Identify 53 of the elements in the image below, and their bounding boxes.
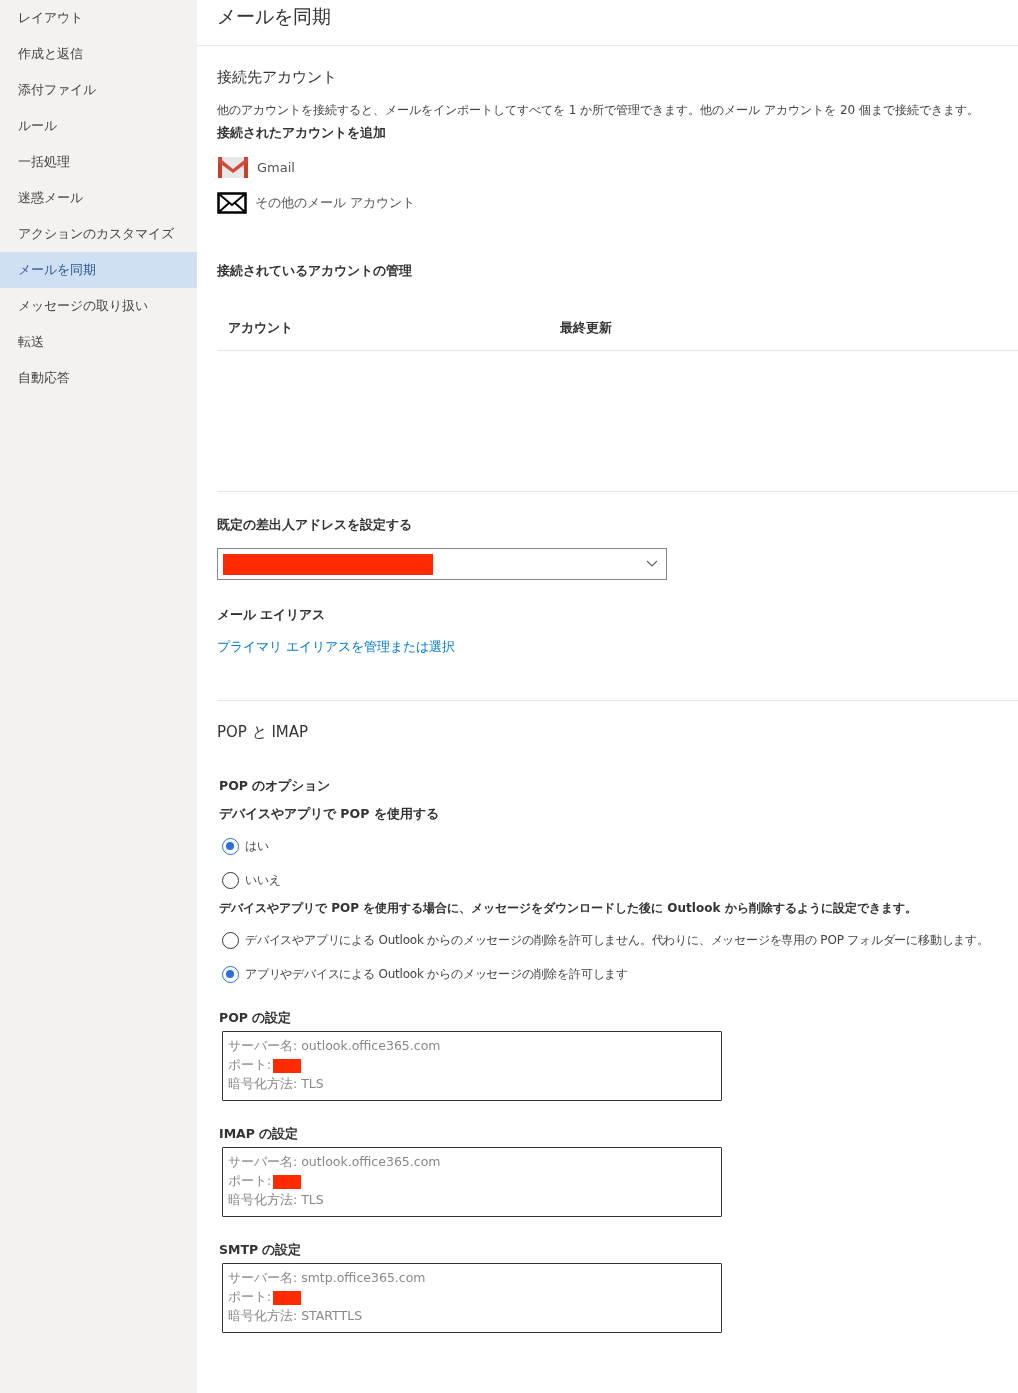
sidebar-item[interactable]: メッセージの取り扱い — [0, 288, 197, 324]
radio-label[interactable]: いいえ — [245, 871, 281, 889]
settings-line: サーバー名: smtp.office365.com — [228, 1270, 426, 1285]
sidebar-item[interactable]: アクションのカスタマイズ — [0, 216, 197, 252]
redaction-block — [273, 1058, 302, 1073]
settings-textbox[interactable]: サーバー名: outlook.office365.com ポート: 暗号化方法: TLS — [222, 1031, 722, 1101]
provider-link[interactable]: Gmail — [217, 154, 1018, 180]
settings-line: サーバー名: outlook.office365.com — [228, 1038, 441, 1053]
column-header: 最終更新 — [560, 319, 612, 337]
sidebar-item[interactable]: 迷惑メール — [0, 180, 197, 216]
page-title: メールを同期 — [217, 4, 332, 29]
question-label: デバイスやアプリで POP を使用する — [219, 805, 440, 823]
section-heading: POP と IMAP — [217, 722, 310, 743]
settings-line: ポート: — [228, 1057, 272, 1072]
sidebar-item[interactable]: ルール — [0, 108, 197, 144]
option-label: POP のオプション — [219, 777, 332, 795]
settings-line: 暗号化方法: TLS — [228, 1192, 324, 1207]
redaction-block — [273, 1290, 302, 1305]
description-text: 他のアカウントを接続すると、メールをインポートしてすべてを 1 か所で管理できます。他のメール アカウントを 20 個まで接続できます。 — [217, 102, 980, 118]
provider-link[interactable]: その他のメール アカウント — [217, 190, 1018, 216]
sidebar-item[interactable]: 一括処理 — [0, 144, 197, 180]
radio-label[interactable]: はい — [245, 837, 269, 855]
sidebar-item[interactable]: 作成と返信 — [0, 36, 197, 72]
section-heading: 接続先アカウント — [217, 67, 338, 88]
settings-line: ポート: — [228, 1289, 272, 1304]
envelope-icon — [217, 155, 249, 179]
settings-textbox[interactable]: サーバー名: smtp.office365.com ポート: 暗号化方法: STARTTLS — [222, 1263, 722, 1333]
settings-heading: SMTP の設定 — [219, 1241, 303, 1259]
sidebar-item[interactable]: メールを同期 — [0, 252, 197, 288]
sidebar-item[interactable]: 転送 — [0, 324, 197, 360]
sidebar-item[interactable]: 自動応答 — [0, 360, 197, 396]
alias-link[interactable]: プライマリ エイリアスを管理または選択 — [217, 638, 456, 656]
radio-label[interactable]: アプリやデバイスによる Outlook からのメッセージの削除を許可します — [245, 965, 628, 983]
settings-line: サーバー名: outlook.office365.com — [228, 1154, 441, 1169]
note-text: デバイスやアプリで POP を使用する場合に、メッセージをダウンロードした後に Outlook から削除するように設定できます。 — [219, 900, 918, 917]
subheading: 接続されているアカウントの管理 — [217, 262, 413, 280]
address-dropdown[interactable] — [217, 548, 667, 580]
settings-heading: POP の設定 — [219, 1009, 293, 1027]
envelope-icon — [217, 192, 247, 214]
subheading: メール エイリアス — [217, 606, 327, 624]
settings-line: 暗号化方法: STARTTLS — [228, 1308, 363, 1323]
sidebar-item[interactable]: レイアウト — [0, 0, 197, 36]
settings-line: 暗号化方法: TLS — [228, 1076, 324, 1091]
chevron-down-icon — [646, 560, 658, 567]
settings-heading: IMAP の設定 — [219, 1125, 300, 1143]
subheading: 接続されたアカウントを追加 — [217, 124, 387, 142]
redaction-block — [273, 1174, 302, 1189]
subheading: 既定の差出人アドレスを設定する — [217, 516, 413, 534]
radio-label[interactable]: デバイスやアプリによる Outlook からのメッセージの削除を許可しません。代わりに、メッセージを専用の POP フォルダーに移動します。 — [245, 931, 989, 949]
column-header: アカウント — [227, 319, 294, 337]
sidebar-item[interactable]: 添付ファイル — [0, 72, 197, 108]
settings-line: ポート: — [228, 1173, 272, 1188]
settings-textbox[interactable]: サーバー名: outlook.office365.com ポート: 暗号化方法: TLS — [222, 1147, 722, 1217]
